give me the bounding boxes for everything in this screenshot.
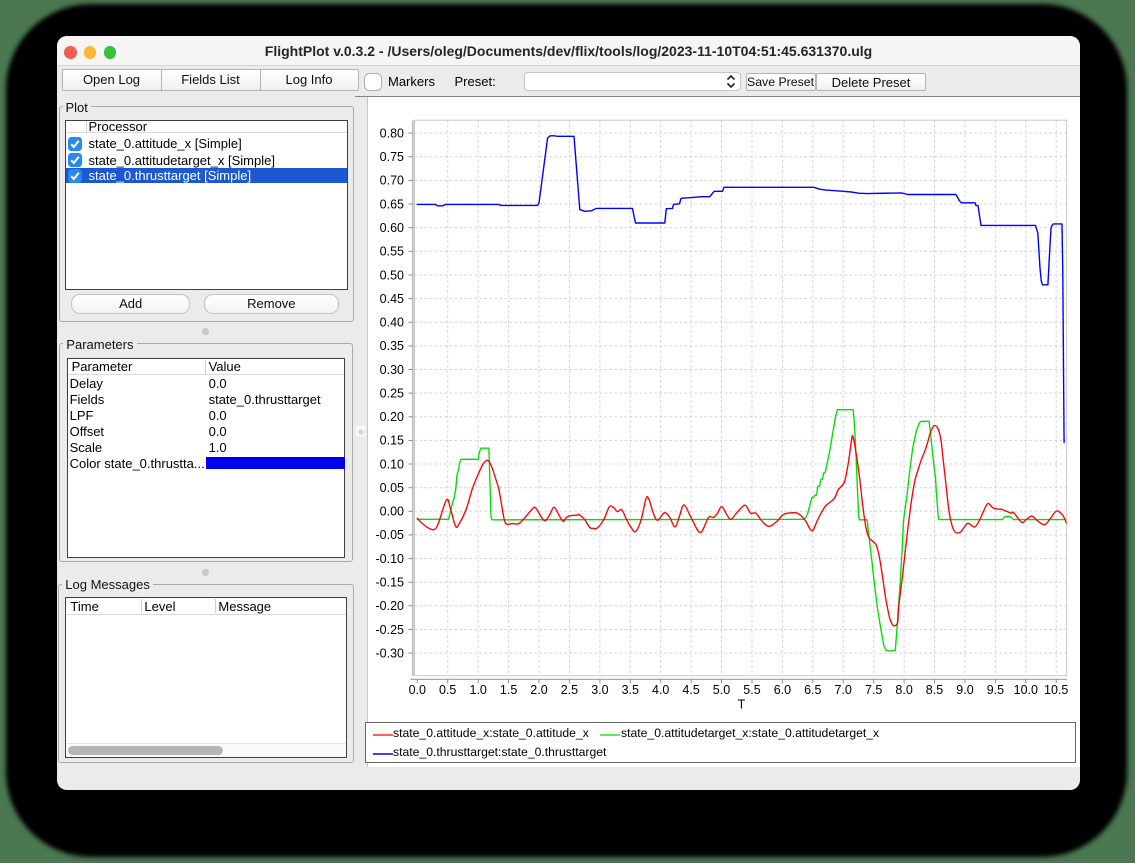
svg-text:0.35: 0.35 (379, 339, 403, 353)
svg-text:0.5: 0.5 (439, 683, 456, 697)
svg-text:9.5: 9.5 (986, 683, 1003, 697)
svg-text:-0.20: -0.20 (375, 599, 404, 613)
svg-text:7.5: 7.5 (865, 683, 882, 697)
svg-text:9.0: 9.0 (956, 683, 973, 697)
svg-text:0.00: 0.00 (379, 505, 403, 519)
svg-text:0.75: 0.75 (379, 150, 403, 164)
svg-text:0.0: 0.0 (408, 683, 425, 697)
svg-text:8.0: 8.0 (895, 683, 912, 697)
svg-text:6.5: 6.5 (804, 683, 821, 697)
svg-text:1.5: 1.5 (499, 683, 516, 697)
svg-text:0.80: 0.80 (379, 126, 403, 140)
svg-text:3.0: 3.0 (591, 683, 608, 697)
svg-text:0.50: 0.50 (379, 268, 403, 282)
svg-text:10.0: 10.0 (1013, 683, 1037, 697)
svg-text:0.60: 0.60 (379, 221, 403, 235)
svg-text:5.0: 5.0 (712, 683, 729, 697)
svg-text:5.5: 5.5 (743, 683, 760, 697)
svg-text:0.65: 0.65 (379, 197, 403, 211)
svg-text:0.45: 0.45 (379, 292, 403, 306)
svg-text:0.20: 0.20 (379, 410, 403, 424)
svg-text:8.5: 8.5 (925, 683, 942, 697)
svg-text:0.25: 0.25 (379, 386, 403, 400)
svg-text:2.5: 2.5 (560, 683, 577, 697)
svg-text:4.5: 4.5 (682, 683, 699, 697)
svg-text:-0.25: -0.25 (375, 623, 404, 637)
svg-text:-0.15: -0.15 (375, 576, 404, 590)
svg-text:0.70: 0.70 (379, 174, 403, 188)
svg-text:6.0: 6.0 (773, 683, 790, 697)
svg-text:0.30: 0.30 (379, 363, 403, 377)
svg-text:-0.05: -0.05 (375, 528, 404, 542)
svg-text:0.40: 0.40 (379, 316, 403, 330)
svg-text:-0.10: -0.10 (375, 552, 404, 566)
svg-text:3.5: 3.5 (621, 683, 638, 697)
svg-text:T: T (737, 698, 745, 712)
svg-text:0.55: 0.55 (379, 245, 403, 259)
svg-text:0.15: 0.15 (379, 434, 403, 448)
svg-text:0.05: 0.05 (379, 481, 403, 495)
svg-text:1.0: 1.0 (469, 683, 486, 697)
svg-text:10.5: 10.5 (1044, 683, 1068, 697)
svg-text:4.0: 4.0 (652, 683, 669, 697)
svg-text:7.0: 7.0 (834, 683, 851, 697)
svg-text:0.10: 0.10 (379, 457, 403, 471)
svg-text:-0.30: -0.30 (375, 646, 404, 660)
svg-text:2.0: 2.0 (530, 683, 547, 697)
